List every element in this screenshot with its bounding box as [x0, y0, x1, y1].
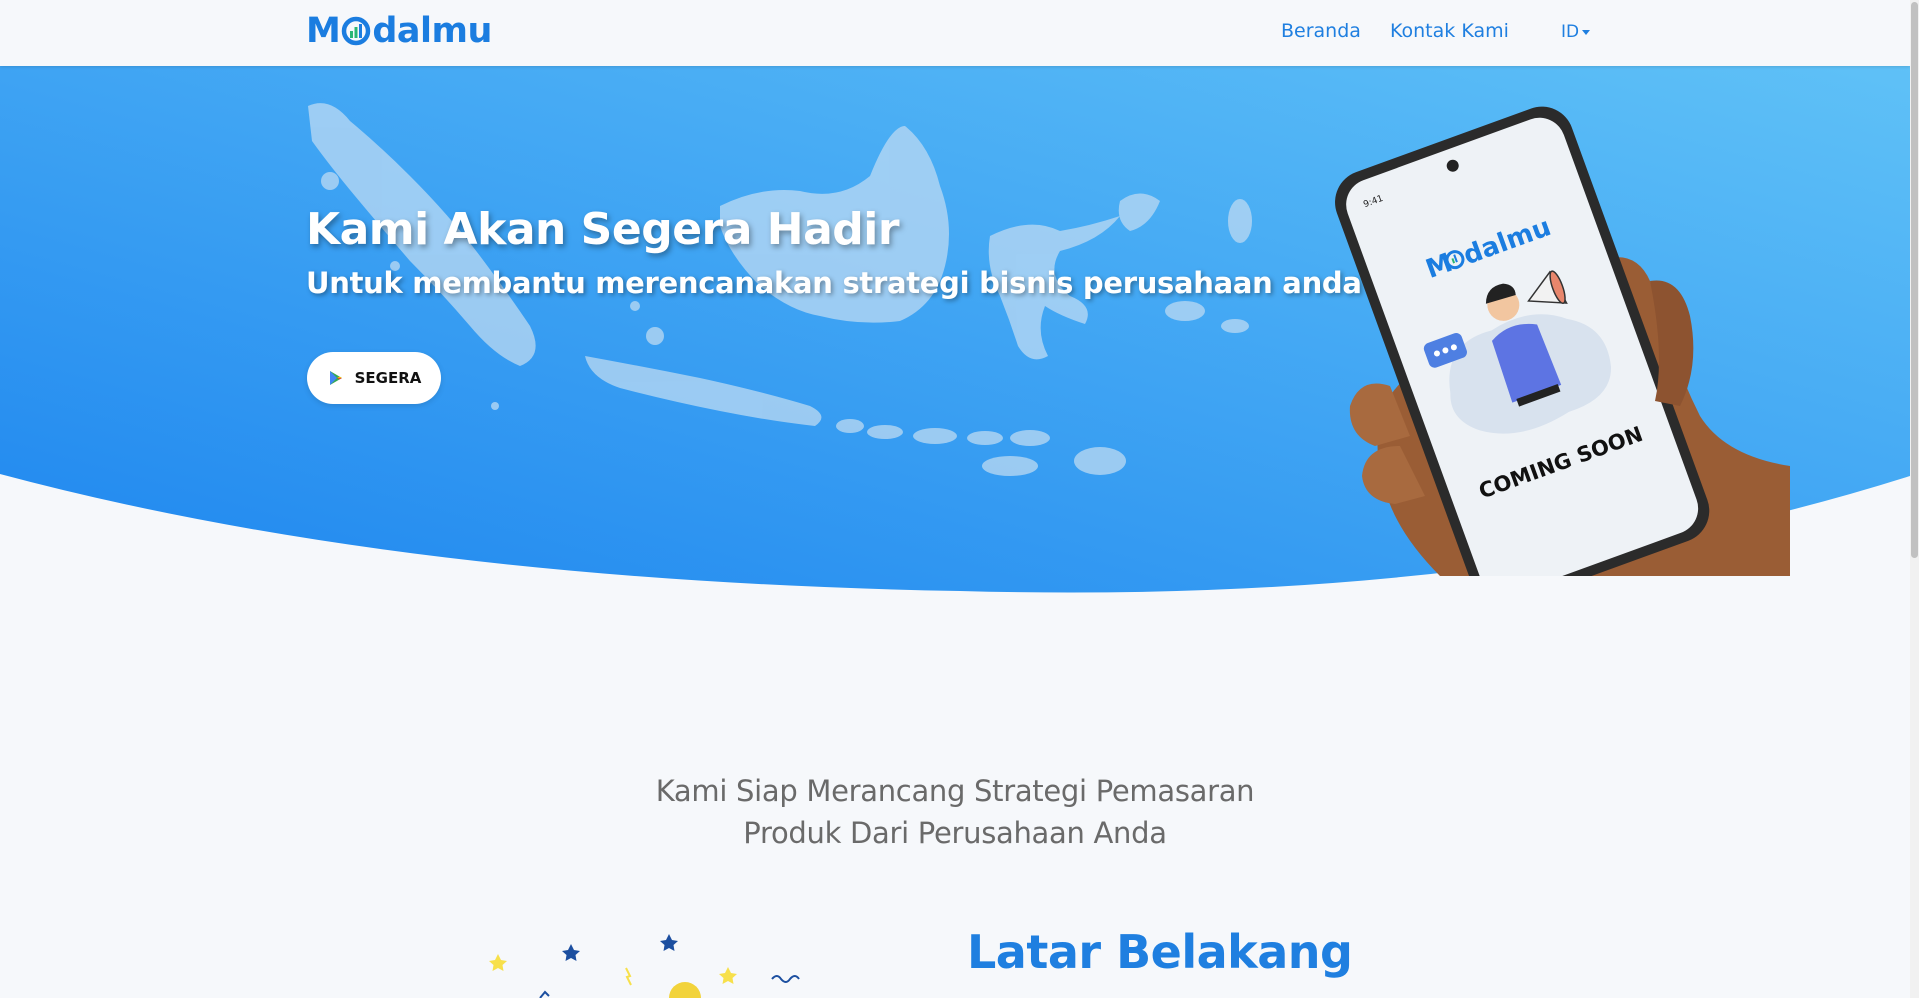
star-blue-icon: [660, 934, 678, 951]
caret-down-icon: [1582, 29, 1591, 35]
language-dropdown[interactable]: ID: [1561, 22, 1591, 42]
intro-line-1: Kami Siap Merancang Strategi Pemasaran: [655, 774, 1255, 808]
hero-title: Kami Akan Segera Hadir: [306, 204, 900, 255]
navbar: M dalmu Beranda Kontak Kami ID: [0, 0, 1910, 66]
intro-tagline: Kami Siap Merancang Strategi Pemasaran P…: [0, 770, 1910, 854]
star-yellow-icon: [489, 954, 507, 971]
logo-chart-o-icon: [342, 16, 371, 46]
star-blue-icon: [562, 944, 580, 961]
play-store-icon: [329, 371, 342, 385]
language-label: ID: [1561, 22, 1580, 42]
intro-line-2: Produk Dari Perusahaan Anda: [743, 816, 1167, 850]
star-yellow-icon: [719, 967, 737, 984]
page-scrollbar[interactable]: [1910, 0, 1919, 998]
segera-button[interactable]: SEGERA: [307, 352, 441, 404]
phone-in-hand-illustration: 9:41 M dalmu COMING SOON: [1335, 106, 1790, 576]
hero-subtitle: Untuk membantu merencanakan strategi bis…: [306, 266, 1362, 300]
modalmu-logo[interactable]: M dalmu: [306, 10, 492, 52]
logo-text-right: dalmu: [372, 11, 492, 51]
celebration-illustration: [489, 934, 800, 998]
segera-button-label: SEGERA: [354, 369, 422, 387]
nav-link-kontak-kami[interactable]: Kontak Kami: [1390, 20, 1509, 42]
scrollbar-thumb[interactable]: [1911, 2, 1918, 558]
logo-text-left: M: [306, 11, 341, 51]
nav-link-beranda[interactable]: Beranda: [1281, 20, 1361, 42]
latar-belakang-title: Latar Belakang: [967, 925, 1353, 979]
hero-section: Kami Akan Segera Hadir Untuk membantu me…: [0, 66, 1910, 596]
